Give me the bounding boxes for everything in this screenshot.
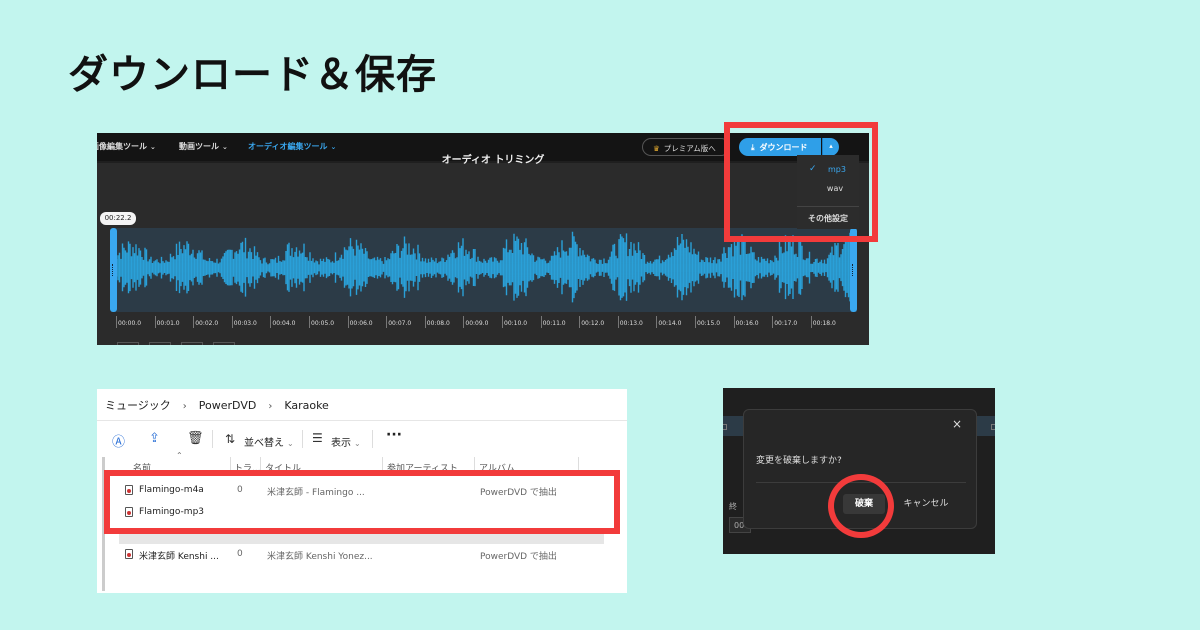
tick-label: 00:18.0 — [812, 320, 836, 327]
close-icon[interactable]: × — [952, 417, 962, 431]
sort-arrow-icon: ⌃ — [176, 451, 183, 460]
page-title: ダウンロード＆保存 — [68, 52, 437, 98]
tick-line — [347, 316, 349, 328]
tick-line — [695, 316, 696, 328]
control-button[interactable] — [181, 342, 203, 345]
tick-line — [270, 316, 272, 328]
breadcrumb-item[interactable]: Karaoke — [284, 399, 329, 412]
tick-label: 00:12.0 — [581, 320, 605, 327]
waveform-path — [112, 231, 857, 303]
tick-label: 00:17.0 — [774, 320, 798, 327]
highlight-box-files: Flamingo-m4a 0 米津玄師 - Flamingo ... Power… — [104, 470, 620, 534]
tick-label: 00:03.0 — [233, 320, 257, 327]
cancel-button[interactable]: キャンセル — [900, 494, 952, 514]
tick-label: 00:13.0 — [619, 320, 643, 327]
nav-label: 画像編集ツール — [97, 142, 147, 151]
tick-label: 00:16.0 — [735, 320, 759, 327]
chevron-down-icon: ⌄ — [330, 143, 337, 151]
file-track: 0 — [237, 549, 243, 559]
tick-label: 00:04.0 — [272, 320, 296, 327]
divider — [97, 420, 627, 421]
tick-label: 00:07.0 — [388, 320, 412, 327]
tick-label: 00:00.0 — [118, 320, 142, 327]
tick-line — [579, 316, 581, 328]
chevron-right-icon: › — [182, 401, 187, 412]
chevron-down-icon: ⌄ — [222, 143, 228, 151]
view-icon: ☰ — [312, 431, 323, 445]
tick-line — [810, 316, 812, 328]
tick-label: 00:01.0 — [156, 320, 180, 327]
file-name[interactable]: Flamingo-m4a — [139, 485, 204, 495]
sort-icon: ⇅ — [225, 432, 236, 446]
file-album: PowerDVD で抽出 — [480, 488, 557, 498]
control-button[interactable] — [213, 342, 235, 345]
control-button[interactable] — [149, 342, 171, 345]
audio-file-icon — [125, 485, 133, 495]
toolbar-divider — [212, 430, 213, 448]
audio-file-icon — [125, 549, 133, 559]
tick-line — [463, 316, 465, 328]
tick-line — [540, 316, 542, 328]
chevron-down-icon: ⌄ — [150, 143, 156, 151]
more-options-icon[interactable]: ··· — [386, 427, 402, 443]
tick-line — [386, 316, 388, 328]
rename-icon[interactable]: Ⓐ — [112, 431, 125, 450]
file-name[interactable]: 米津玄師 Kenshi ... — [139, 549, 219, 562]
tick-label: 00:05.0 — [311, 320, 335, 327]
tick-label: 00:11.0 — [542, 320, 566, 327]
highlight-circle-discard — [828, 474, 894, 538]
file-title: 米津玄師 Kenshi Yonez... — [267, 552, 373, 562]
chevron-right-icon: › — [268, 401, 273, 412]
highlight-box-download — [724, 122, 878, 242]
marker-icon — [723, 424, 727, 430]
tick-line — [424, 316, 426, 328]
nav-label: 動画ツール — [179, 142, 219, 151]
current-time-bubble: 00:22.2 — [100, 212, 136, 225]
breadcrumb: ミュージック › PowerDVD › Karaoke — [105, 397, 329, 413]
tick-label: 00:15.0 — [697, 320, 721, 327]
tick-line — [116, 316, 117, 328]
grip-icon — [112, 264, 115, 276]
delete-icon[interactable]: 🗑 — [187, 431, 204, 446]
tick-line — [733, 316, 735, 328]
chevron-down-icon: ⌄ — [287, 439, 294, 448]
sort-button[interactable]: 並べ替え ⌄ — [244, 434, 294, 449]
toolbar-divider — [302, 430, 303, 448]
chevron-down-icon: ⌄ — [354, 439, 361, 448]
trim-start-handle[interactable] — [110, 228, 117, 312]
tick-line — [193, 316, 195, 328]
share-icon[interactable]: ⇪ — [149, 431, 160, 446]
tick-label: 00:08.0 — [426, 320, 450, 327]
tick-label: 00:06.0 — [349, 320, 373, 327]
file-album: PowerDVD で抽出 — [480, 552, 557, 562]
sort-label: 並べ替え — [244, 438, 284, 449]
grip-icon — [852, 264, 855, 276]
toolbar-divider — [372, 430, 373, 448]
tick-line — [656, 316, 658, 328]
tick-label: 00:14.0 — [658, 320, 682, 327]
modal-message: 変更を破棄しますか? — [756, 456, 842, 466]
tick-line — [231, 316, 233, 328]
audio-file-icon — [125, 507, 133, 517]
control-button[interactable] — [117, 342, 139, 345]
tick-line — [154, 316, 156, 328]
tick-line — [502, 316, 503, 328]
view-button[interactable]: 表示 ⌄ — [331, 434, 361, 449]
tick-label: 00:10.0 — [504, 320, 528, 327]
file-track: 0 — [237, 485, 243, 495]
tick-line — [617, 316, 619, 328]
nav-label: オーディオ編集ツール — [248, 142, 328, 151]
marker-icon — [991, 424, 995, 430]
tick-label: 00:09.0 — [465, 320, 489, 327]
tick-label: 00:02.0 — [195, 320, 219, 327]
breadcrumb-item[interactable]: PowerDVD — [199, 399, 257, 412]
file-title: 米津玄師 - Flamingo ... — [267, 488, 365, 498]
breadcrumb-item[interactable]: ミュージック — [105, 399, 171, 412]
tick-line — [772, 316, 774, 328]
file-name[interactable]: Flamingo-mp3 — [139, 507, 204, 517]
view-label: 表示 — [331, 438, 351, 449]
tick-line — [309, 316, 310, 328]
end-time-label: 終 — [729, 502, 737, 511]
